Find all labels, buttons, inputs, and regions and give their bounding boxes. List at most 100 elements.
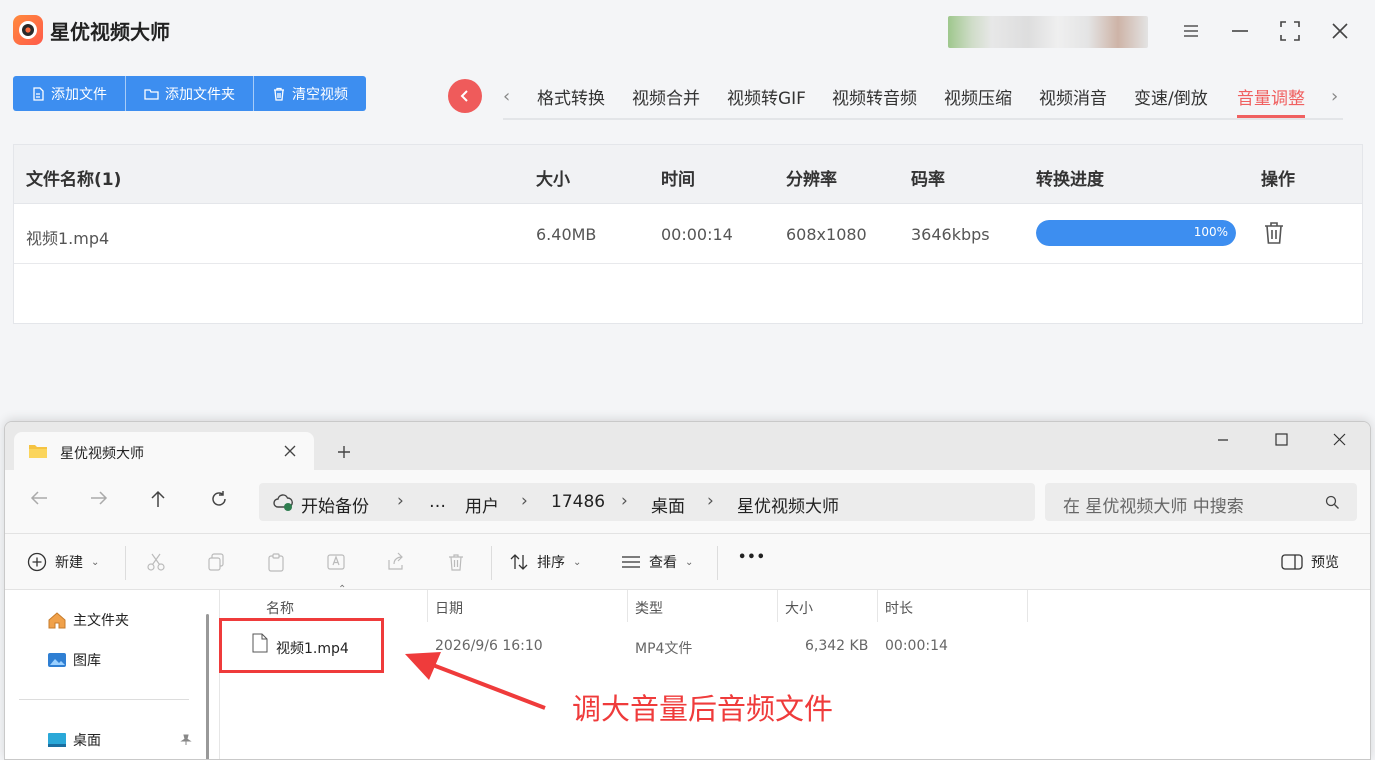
pin-icon[interactable] [180,734,192,746]
gallery-icon [48,653,66,667]
address-bar[interactable]: 开始备份 › … 用户 › 17486 › 桌面 › 星优视频大师 [259,483,1035,521]
tab-video-to-audio[interactable]: 视频转音频 [832,84,917,118]
sort-button[interactable]: 排序 ⌄ [509,552,581,572]
table-row[interactable]: 视频1.mp4 6.40MB 00:00:14 608x1080 3646kbp… [14,204,1362,264]
new-button[interactable]: 新建 ⌄ [27,552,99,572]
file-icon [33,86,44,101]
clear-video-button[interactable]: 清空视频 [254,76,366,111]
column-size[interactable]: 大小 [785,598,813,618]
app-title: 星优视频大师 [50,20,170,44]
add-folder-button[interactable]: 添加文件夹 [126,76,254,111]
sidebar-item-desktop[interactable]: 桌面 [47,730,101,750]
view-button[interactable]: 查看 ⌄ [621,552,693,572]
tab-video-to-gif[interactable]: 视频转GIF [727,84,806,118]
tab-speed-reverse[interactable]: 变速/倒放 [1134,84,1208,118]
menu-icon[interactable] [1178,18,1204,44]
maximize-icon[interactable] [1277,18,1303,44]
chevron-down-icon: ⌄ [685,556,694,568]
table-header: 文件名称(1) 大小 时间 分辨率 码率 转换进度 操作 [14,145,1362,204]
up-arrow-icon[interactable] [150,490,166,508]
breadcrumb-folder[interactable]: 星优视频大师 [737,492,839,517]
folder-icon [29,445,47,458]
sidebar-scrollbar[interactable] [206,614,209,759]
add-file-button[interactable]: 添加文件 [13,76,126,111]
plus-circle-icon [27,552,47,572]
column-date[interactable]: 日期 [435,598,463,618]
sidebar-item-label: 主文件夹 [73,613,129,629]
header-time: 时间 [661,170,695,190]
file-duration: 00:00:14 [885,638,948,654]
minimize-icon[interactable] [1227,18,1253,44]
title-bar: 星优视频大师 [0,0,1375,62]
trash-icon [274,87,284,101]
new-tab-icon[interactable] [337,445,351,459]
header-name: 文件名称(1) [26,170,122,190]
tab-video-merge[interactable]: 视频合并 [632,84,700,118]
breadcrumb-desktop[interactable]: 桌面 [651,492,685,517]
header-progress: 转换进度 [1036,170,1104,190]
file-table: 文件名称(1) 大小 时间 分辨率 码率 转换进度 操作 视频1.mp4 6.4… [13,144,1363,324]
back-arrow-icon[interactable] [30,490,48,506]
backup-icon [273,494,293,511]
tab-volume-adjust[interactable]: 音量调整 [1237,84,1305,118]
back-button[interactable] [448,79,482,113]
folder-icon [144,88,159,100]
tab-video-compress[interactable]: 视频压缩 [944,84,1012,118]
rename-icon[interactable] [326,552,346,572]
progress-bar: 100% [1036,220,1236,246]
sidebar-item-gallery[interactable]: 图库 [47,650,101,670]
header-bitrate: 码率 [911,170,945,190]
cut-icon[interactable] [146,552,166,572]
close-icon[interactable] [1333,433,1346,446]
navigation-pane: 主文件夹 图库 桌面 [5,590,217,759]
maximize-icon[interactable] [1275,433,1288,446]
preview-pane-icon [1281,554,1303,570]
sidebar-item-label: 桌面 [73,733,101,749]
explorer-tab-title: 星优视频大师 [60,446,144,462]
tabs-next-icon[interactable]: › [1331,86,1338,107]
explorer-tab[interactable]: 星优视频大师 [14,432,314,470]
paste-icon[interactable] [266,552,286,572]
sidebar-divider [19,699,189,700]
breadcrumb-backup[interactable]: 开始备份 [301,492,369,517]
search-field[interactable]: 在 星优视频大师 中搜索 [1045,483,1357,521]
file-type: MP4文件 [635,641,693,657]
explorer-body: 主文件夹 图库 桌面 ⌃ 名称 日期 类型 大小 时长 视频1.mp4 2026… [5,584,1370,759]
delete-icon[interactable] [446,552,466,572]
forward-arrow-icon[interactable] [90,490,108,506]
tabs-prev-icon[interactable]: ‹ [503,86,510,107]
function-tabs: ‹ 格式转换 视频合并 视频转GIF 视频转音频 视频压缩 视频消音 变速/倒放… [503,74,1343,120]
more-options-icon[interactable]: ••• [738,550,766,565]
sort-indicator-icon: ⌃ [338,584,347,595]
close-tab-icon[interactable] [284,445,296,457]
close-icon[interactable] [1327,18,1353,44]
share-icon[interactable] [386,552,406,572]
breadcrumb-user-id[interactable]: 17486 [551,492,605,512]
search-placeholder: 在 星优视频大师 中搜索 [1063,497,1244,517]
refresh-icon[interactable] [210,490,228,508]
file-name: 视频1.mp4 [276,641,349,657]
list-item[interactable]: 视频1.mp4 2026/9/6 16:10 MP4文件 6,342 KB 00… [220,628,1040,666]
cell-time: 00:00:14 [661,225,733,244]
delete-icon[interactable] [1263,221,1285,245]
view-label: 查看 [649,555,677,571]
copy-icon[interactable] [206,552,226,572]
tab-format-convert[interactable]: 格式转换 [537,84,605,118]
preview-button[interactable]: 预览 [1281,552,1339,572]
sidebar-item-home[interactable]: 主文件夹 [47,610,129,630]
add-file-label: 添加文件 [51,86,107,103]
breadcrumb-users[interactable]: 用户 [465,492,499,517]
column-name[interactable]: 名称 [266,598,294,618]
explorer-command-bar: 新建 ⌄ 排序 ⌄ 查看 ⌄ ••• 预览 [5,534,1370,590]
user-avatar-blurred[interactable] [948,16,1148,48]
file-list: ⌃ 名称 日期 类型 大小 时长 视频1.mp4 2026/9/6 16:10 … [219,584,1369,759]
column-type[interactable]: 类型 [635,598,663,618]
chevron-down-icon: ⌄ [573,556,582,568]
column-duration[interactable]: 时长 [885,598,913,618]
explorer-tab-bar: 星优视频大师 [5,422,1370,470]
breadcrumb-ellipsis[interactable]: … [429,492,446,512]
annotation-text: 调大音量后音频文件 [572,692,834,726]
cell-name: 视频1.mp4 [26,229,110,248]
tab-video-mute[interactable]: 视频消音 [1039,84,1107,118]
minimize-icon[interactable] [1217,434,1229,446]
